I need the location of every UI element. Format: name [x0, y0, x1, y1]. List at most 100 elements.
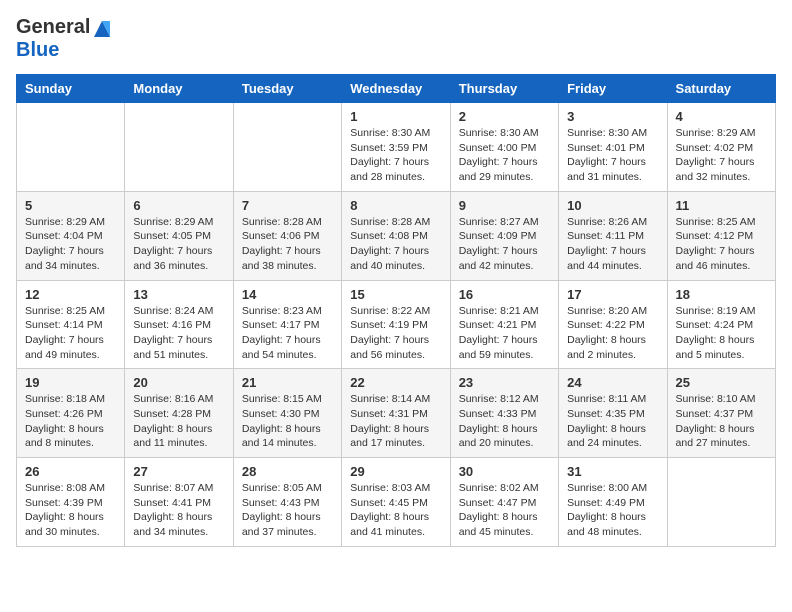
- calendar-cell: [667, 458, 775, 547]
- day-info: Sunrise: 8:19 AM Sunset: 4:24 PM Dayligh…: [676, 304, 767, 363]
- calendar-cell: 18 Sunrise: 8:19 AM Sunset: 4:24 PM Dayli…: [667, 280, 775, 369]
- weekday-header-thursday: Thursday: [450, 75, 558, 103]
- day-number: 9: [459, 198, 550, 213]
- day-info: Sunrise: 8:15 AM Sunset: 4:30 PM Dayligh…: [242, 392, 333, 451]
- day-info: Sunrise: 8:28 AM Sunset: 4:06 PM Dayligh…: [242, 215, 333, 274]
- calendar-cell: 25 Sunrise: 8:10 AM Sunset: 4:37 PM Dayli…: [667, 369, 775, 458]
- day-info: Sunrise: 8:24 AM Sunset: 4:16 PM Dayligh…: [133, 304, 224, 363]
- calendar-cell: 30 Sunrise: 8:02 AM Sunset: 4:47 PM Dayli…: [450, 458, 558, 547]
- calendar-cell: 28Sunrise: 8:05 AM Sunset: 4:43 PM Dayli…: [233, 458, 341, 547]
- day-number: 21: [242, 375, 333, 390]
- calendar-week-row: 19Sunrise: 8:18 AM Sunset: 4:26 PM Dayli…: [17, 369, 776, 458]
- day-info: Sunrise: 8:30 AM Sunset: 3:59 PM Dayligh…: [350, 126, 441, 185]
- calendar-cell: 14Sunrise: 8:23 AM Sunset: 4:17 PM Dayli…: [233, 280, 341, 369]
- day-number: 7: [242, 198, 333, 213]
- day-info: Sunrise: 8:30 AM Sunset: 4:01 PM Dayligh…: [567, 126, 658, 185]
- day-number: 13: [133, 287, 224, 302]
- day-info: Sunrise: 8:00 AM Sunset: 4:49 PM Dayligh…: [567, 481, 658, 540]
- calendar-cell: 4 Sunrise: 8:29 AM Sunset: 4:02 PM Daylig…: [667, 103, 775, 192]
- weekday-header-tuesday: Tuesday: [233, 75, 341, 103]
- calendar-cell: 8 Sunrise: 8:28 AM Sunset: 4:08 PM Daylig…: [342, 191, 450, 280]
- day-number: 30: [459, 464, 550, 479]
- day-number: 15: [350, 287, 441, 302]
- day-number: 25: [676, 375, 767, 390]
- calendar-cell: 2 Sunrise: 8:30 AM Sunset: 4:00 PM Daylig…: [450, 103, 558, 192]
- day-number: 3: [567, 109, 658, 124]
- calendar-week-row: 26 Sunrise: 8:08 AM Sunset: 4:39 PM Dayli…: [17, 458, 776, 547]
- day-info: Sunrise: 8:30 AM Sunset: 4:00 PM Dayligh…: [459, 126, 550, 185]
- logo-icon: [91, 17, 113, 39]
- day-info: Sunrise: 8:16 AM Sunset: 4:28 PM Dayligh…: [133, 392, 224, 451]
- day-number: 22: [350, 375, 441, 390]
- day-number: 17: [567, 287, 658, 302]
- day-number: 8: [350, 198, 441, 213]
- day-number: 27: [133, 464, 224, 479]
- calendar-week-row: 5 Sunrise: 8:29 AM Sunset: 4:04 PM Daylig…: [17, 191, 776, 280]
- calendar-cell: 9 Sunrise: 8:27 AM Sunset: 4:09 PM Daylig…: [450, 191, 558, 280]
- day-number: 2: [459, 109, 550, 124]
- day-info: Sunrise: 8:25 AM Sunset: 4:14 PM Dayligh…: [25, 304, 116, 363]
- calendar-cell: [125, 103, 233, 192]
- calendar-cell: 5 Sunrise: 8:29 AM Sunset: 4:04 PM Daylig…: [17, 191, 125, 280]
- day-number: 4: [676, 109, 767, 124]
- day-number: 23: [459, 375, 550, 390]
- calendar-cell: 13 Sunrise: 8:24 AM Sunset: 4:16 PM Dayli…: [125, 280, 233, 369]
- day-info: Sunrise: 8:14 AM Sunset: 4:31 PM Dayligh…: [350, 392, 441, 451]
- calendar-cell: 16 Sunrise: 8:21 AM Sunset: 4:21 PM Dayli…: [450, 280, 558, 369]
- calendar-cell: 11Sunrise: 8:25 AM Sunset: 4:12 PM Dayli…: [667, 191, 775, 280]
- day-info: Sunrise: 8:21 AM Sunset: 4:21 PM Dayligh…: [459, 304, 550, 363]
- day-info: Sunrise: 8:10 AM Sunset: 4:37 PM Dayligh…: [676, 392, 767, 451]
- day-info: Sunrise: 8:27 AM Sunset: 4:09 PM Dayligh…: [459, 215, 550, 274]
- weekday-header-sunday: Sunday: [17, 75, 125, 103]
- calendar-cell: 24 Sunrise: 8:11 AM Sunset: 4:35 PM Dayli…: [559, 369, 667, 458]
- day-number: 29: [350, 464, 441, 479]
- day-info: Sunrise: 8:29 AM Sunset: 4:04 PM Dayligh…: [25, 215, 116, 274]
- calendar-cell: 17 Sunrise: 8:20 AM Sunset: 4:22 PM Dayli…: [559, 280, 667, 369]
- day-number: 10: [567, 198, 658, 213]
- day-info: Sunrise: 8:25 AM Sunset: 4:12 PM Dayligh…: [676, 215, 767, 274]
- calendar-cell: 26 Sunrise: 8:08 AM Sunset: 4:39 PM Dayli…: [17, 458, 125, 547]
- day-info: Sunrise: 8:12 AM Sunset: 4:33 PM Dayligh…: [459, 392, 550, 451]
- calendar-cell: 1Sunrise: 8:30 AM Sunset: 3:59 PM Daylig…: [342, 103, 450, 192]
- calendar-cell: [233, 103, 341, 192]
- page-header: General Blue: [16, 16, 776, 62]
- calendar-cell: 3 Sunrise: 8:30 AM Sunset: 4:01 PM Daylig…: [559, 103, 667, 192]
- day-info: Sunrise: 8:29 AM Sunset: 4:02 PM Dayligh…: [676, 126, 767, 185]
- calendar-cell: 23 Sunrise: 8:12 AM Sunset: 4:33 PM Dayli…: [450, 369, 558, 458]
- calendar-cell: 10 Sunrise: 8:26 AM Sunset: 4:11 PM Dayli…: [559, 191, 667, 280]
- day-number: 12: [25, 287, 116, 302]
- calendar-cell: 21 Sunrise: 8:15 AM Sunset: 4:30 PM Dayli…: [233, 369, 341, 458]
- day-info: Sunrise: 8:08 AM Sunset: 4:39 PM Dayligh…: [25, 481, 116, 540]
- weekday-header-monday: Monday: [125, 75, 233, 103]
- day-info: Sunrise: 8:29 AM Sunset: 4:05 PM Dayligh…: [133, 215, 224, 274]
- day-info: Sunrise: 8:05 AM Sunset: 4:43 PM Dayligh…: [242, 481, 333, 540]
- day-info: Sunrise: 8:18 AM Sunset: 4:26 PM Dayligh…: [25, 392, 116, 451]
- calendar-cell: 12 Sunrise: 8:25 AM Sunset: 4:14 PM Dayli…: [17, 280, 125, 369]
- day-number: 5: [25, 198, 116, 213]
- logo-general-text: General: [16, 16, 90, 39]
- calendar-table: SundayMondayTuesdayWednesdayThursdayFrid…: [16, 74, 776, 547]
- day-info: Sunrise: 8:11 AM Sunset: 4:35 PM Dayligh…: [567, 392, 658, 451]
- day-info: Sunrise: 8:20 AM Sunset: 4:22 PM Dayligh…: [567, 304, 658, 363]
- weekday-header-row: SundayMondayTuesdayWednesdayThursdayFrid…: [17, 75, 776, 103]
- day-number: 6: [133, 198, 224, 213]
- day-number: 24: [567, 375, 658, 390]
- weekday-header-friday: Friday: [559, 75, 667, 103]
- day-number: 14: [242, 287, 333, 302]
- calendar-cell: 27Sunrise: 8:07 AM Sunset: 4:41 PM Dayli…: [125, 458, 233, 547]
- weekday-header-wednesday: Wednesday: [342, 75, 450, 103]
- logo-blue-text: Blue: [16, 39, 59, 61]
- calendar-week-row: 1Sunrise: 8:30 AM Sunset: 3:59 PM Daylig…: [17, 103, 776, 192]
- day-number: 26: [25, 464, 116, 479]
- day-info: Sunrise: 8:28 AM Sunset: 4:08 PM Dayligh…: [350, 215, 441, 274]
- calendar-cell: 20Sunrise: 8:16 AM Sunset: 4:28 PM Dayli…: [125, 369, 233, 458]
- logo: General Blue: [16, 16, 114, 62]
- calendar-cell: 19Sunrise: 8:18 AM Sunset: 4:26 PM Dayli…: [17, 369, 125, 458]
- day-info: Sunrise: 8:02 AM Sunset: 4:47 PM Dayligh…: [459, 481, 550, 540]
- day-number: 16: [459, 287, 550, 302]
- day-number: 18: [676, 287, 767, 302]
- day-info: Sunrise: 8:26 AM Sunset: 4:11 PM Dayligh…: [567, 215, 658, 274]
- day-info: Sunrise: 8:22 AM Sunset: 4:19 PM Dayligh…: [350, 304, 441, 363]
- weekday-header-saturday: Saturday: [667, 75, 775, 103]
- calendar-cell: 15 Sunrise: 8:22 AM Sunset: 4:19 PM Dayli…: [342, 280, 450, 369]
